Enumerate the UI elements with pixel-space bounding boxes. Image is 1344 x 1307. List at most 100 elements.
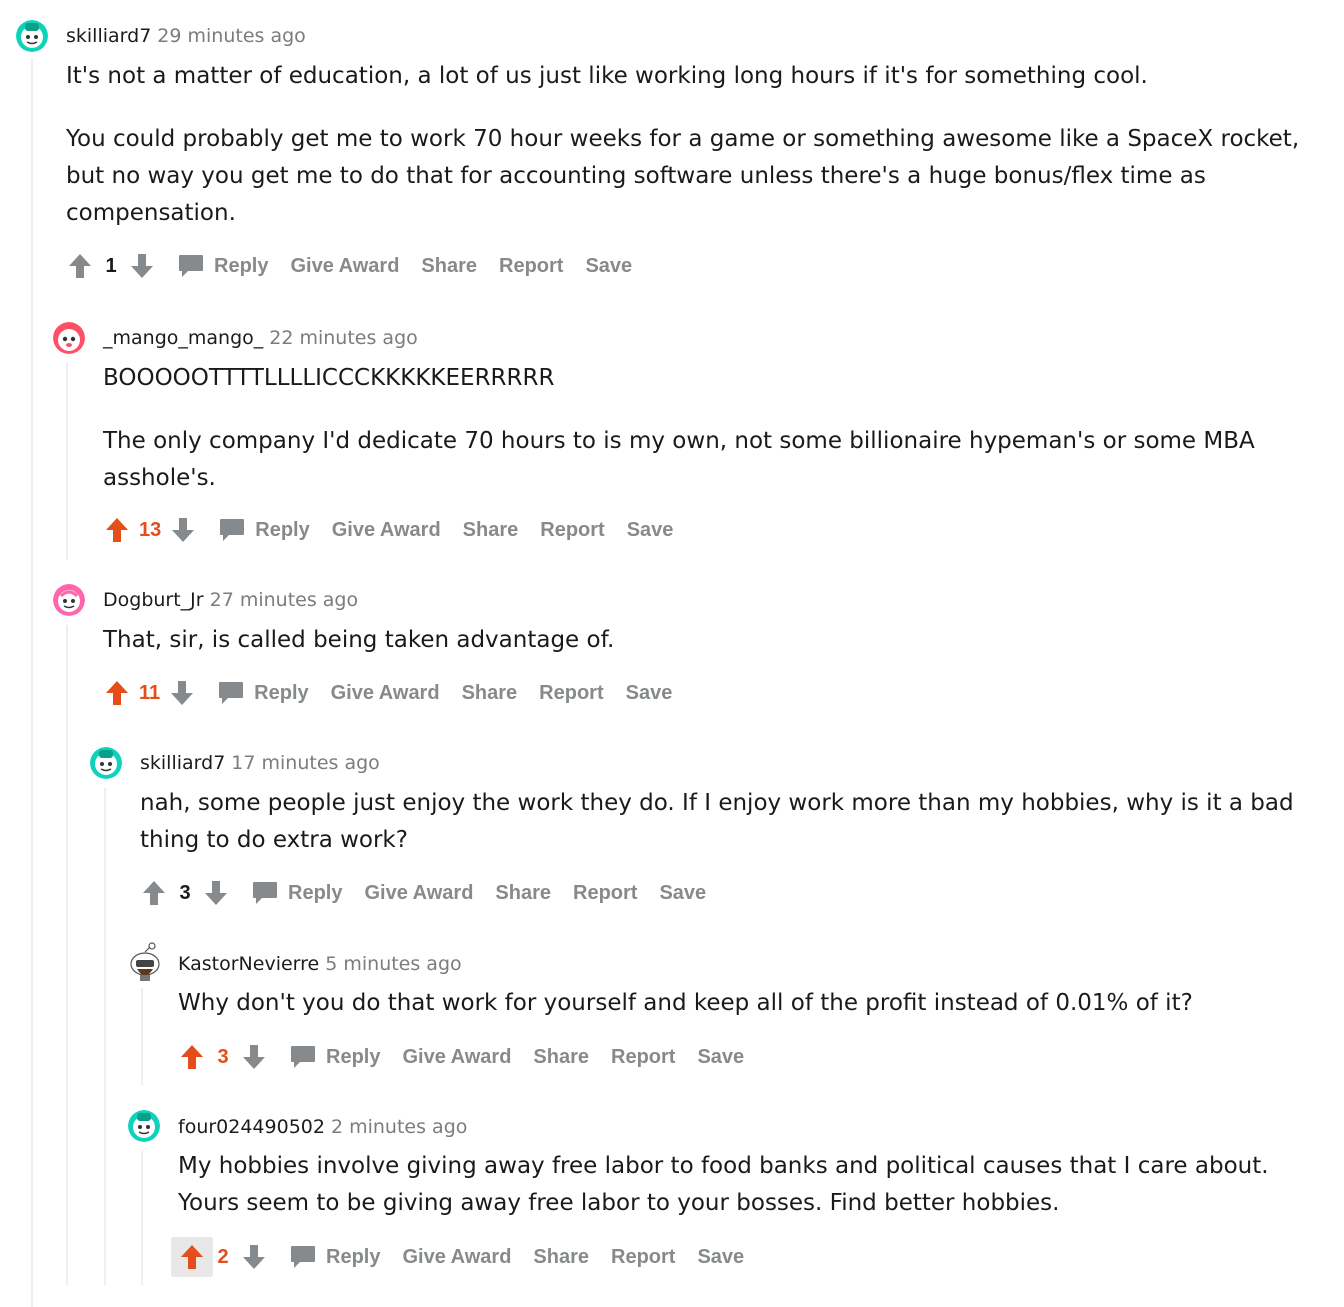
upvote-button[interactable]: [66, 250, 94, 282]
author-link[interactable]: four024490502: [178, 1116, 325, 1138]
downvote-arrow-icon: [171, 681, 194, 705]
upvote-button[interactable]: [140, 877, 168, 909]
upvote-arrow-icon: [181, 1245, 203, 1269]
vote-score: 13: [139, 518, 162, 541]
upvote-button[interactable]: [103, 514, 131, 546]
report-button[interactable]: Report: [611, 1246, 675, 1269]
thread-line[interactable]: [141, 1151, 143, 1285]
comment-actions: 3 Reply Give Award Share Report Save: [140, 875, 706, 911]
author-link[interactable]: skilliard7: [66, 25, 151, 47]
share-button[interactable]: Share: [533, 1046, 589, 1069]
comment-paragraph: The only company I'd dedicate 70 hours t…: [103, 428, 1255, 491]
save-button[interactable]: Save: [697, 1246, 744, 1269]
comment-thread: skilliard7 29 minutes ago It's not a matt…: [0, 0, 1344, 1307]
upvote-button[interactable]: [171, 1237, 213, 1277]
avatar[interactable]: [90, 747, 122, 779]
comment-bubble-icon: [219, 682, 244, 704]
timestamp[interactable]: 27 minutes ago: [210, 589, 359, 611]
comment-paragraph: You could probably get me to work 70 hou…: [66, 126, 1300, 226]
comment-meta: skilliard7 17 minutes ago: [140, 751, 380, 775]
save-button[interactable]: Save: [697, 1046, 744, 1069]
share-button[interactable]: Share: [495, 882, 551, 905]
report-button[interactable]: Report: [540, 519, 604, 542]
comment-body: My hobbies involve giving away free labo…: [178, 1148, 1318, 1222]
give-award-button[interactable]: Give Award: [331, 682, 440, 705]
comment-actions: 2 Reply Give Award Share Report Save: [171, 1237, 744, 1277]
share-button[interactable]: Share: [421, 255, 477, 278]
avatar[interactable]: [128, 942, 160, 981]
reply-label: Reply: [326, 1045, 381, 1068]
comment-bubble-icon: [179, 255, 203, 277]
thread-line[interactable]: [31, 58, 33, 1307]
comment-actions: 1 Reply Give Award Share Report Save: [66, 248, 632, 284]
timestamp[interactable]: 22 minutes ago: [269, 327, 418, 349]
vote-score: 3: [217, 1045, 229, 1068]
share-button[interactable]: Share: [533, 1246, 589, 1269]
upvote-arrow-icon: [181, 1045, 203, 1069]
comment-meta: four024490502 2 minutes ago: [178, 1115, 467, 1139]
thread-line[interactable]: [66, 625, 68, 1285]
reply-button[interactable]: Reply: [290, 1245, 380, 1269]
author-link[interactable]: KastorNevierre: [178, 953, 319, 975]
downvote-button[interactable]: [202, 877, 230, 909]
report-button[interactable]: Report: [573, 882, 637, 905]
save-button[interactable]: Save: [659, 882, 706, 905]
timestamp[interactable]: 17 minutes ago: [231, 752, 380, 774]
timestamp[interactable]: 29 minutes ago: [157, 25, 306, 47]
reply-button[interactable]: Reply: [178, 254, 268, 278]
downvote-button[interactable]: [168, 677, 196, 709]
thread-line[interactable]: [104, 788, 106, 1285]
snoo-green-icon: [128, 1110, 160, 1142]
downvote-arrow-icon: [243, 1045, 265, 1069]
give-award-button[interactable]: Give Award: [364, 882, 473, 905]
author-link[interactable]: skilliard7: [140, 752, 225, 774]
reply-button[interactable]: Reply: [290, 1045, 380, 1069]
give-award-button[interactable]: Give Award: [402, 1046, 511, 1069]
downvote-button[interactable]: [240, 1041, 268, 1073]
give-award-button[interactable]: Give Award: [290, 255, 399, 278]
timestamp[interactable]: 5 minutes ago: [325, 953, 461, 975]
comment-body: It's not a matter of education, a lot of…: [66, 58, 1326, 232]
reply-button[interactable]: Reply: [219, 518, 310, 542]
downvote-button[interactable]: [240, 1241, 268, 1273]
avatar[interactable]: [53, 584, 85, 616]
report-button[interactable]: Report: [539, 682, 603, 705]
save-button[interactable]: Save: [627, 519, 674, 542]
downvote-button[interactable]: [169, 514, 197, 546]
comment-bubble-icon: [220, 519, 245, 541]
report-button[interactable]: Report: [499, 255, 563, 278]
give-award-button[interactable]: Give Award: [332, 519, 441, 542]
comment-actions: 11 Reply Give Award Share Report Save: [103, 675, 672, 711]
thread-line[interactable]: [66, 362, 68, 560]
vote-score: 3: [179, 881, 191, 904]
snoo-green-icon: [16, 20, 48, 52]
save-button[interactable]: Save: [585, 255, 632, 278]
thread-line[interactable]: [141, 988, 143, 1085]
downvote-arrow-icon: [172, 518, 195, 542]
reply-label: Reply: [214, 254, 269, 277]
comment-meta: Dogburt_Jr 27 minutes ago: [103, 588, 358, 612]
reply-button[interactable]: Reply: [218, 681, 309, 705]
timestamp[interactable]: 2 minutes ago: [331, 1116, 467, 1138]
reply-label: Reply: [288, 881, 343, 904]
share-button[interactable]: Share: [463, 519, 519, 542]
comment-paragraph: nah, some people just enjoy the work the…: [140, 790, 1294, 853]
share-button[interactable]: Share: [462, 682, 518, 705]
comment-paragraph: That, sir, is called being taken advanta…: [103, 627, 615, 653]
comment-actions: 3 Reply Give Award Share Report Save: [178, 1039, 744, 1075]
downvote-button[interactable]: [128, 250, 156, 282]
upvote-button[interactable]: [178, 1041, 206, 1073]
report-button[interactable]: Report: [611, 1046, 675, 1069]
avatar[interactable]: [53, 322, 85, 354]
reply-button[interactable]: Reply: [252, 881, 342, 905]
give-award-button[interactable]: Give Award: [402, 1246, 511, 1269]
upvote-button[interactable]: [103, 677, 131, 709]
author-link[interactable]: _mango_mango_: [103, 327, 263, 349]
vote-score: 11: [139, 681, 161, 704]
snoo-custom-icon: [130, 942, 160, 981]
vote-score: 1: [105, 254, 117, 277]
save-button[interactable]: Save: [626, 682, 673, 705]
avatar[interactable]: [128, 1110, 160, 1142]
author-link[interactable]: Dogburt_Jr: [103, 589, 204, 611]
avatar[interactable]: [16, 20, 48, 52]
